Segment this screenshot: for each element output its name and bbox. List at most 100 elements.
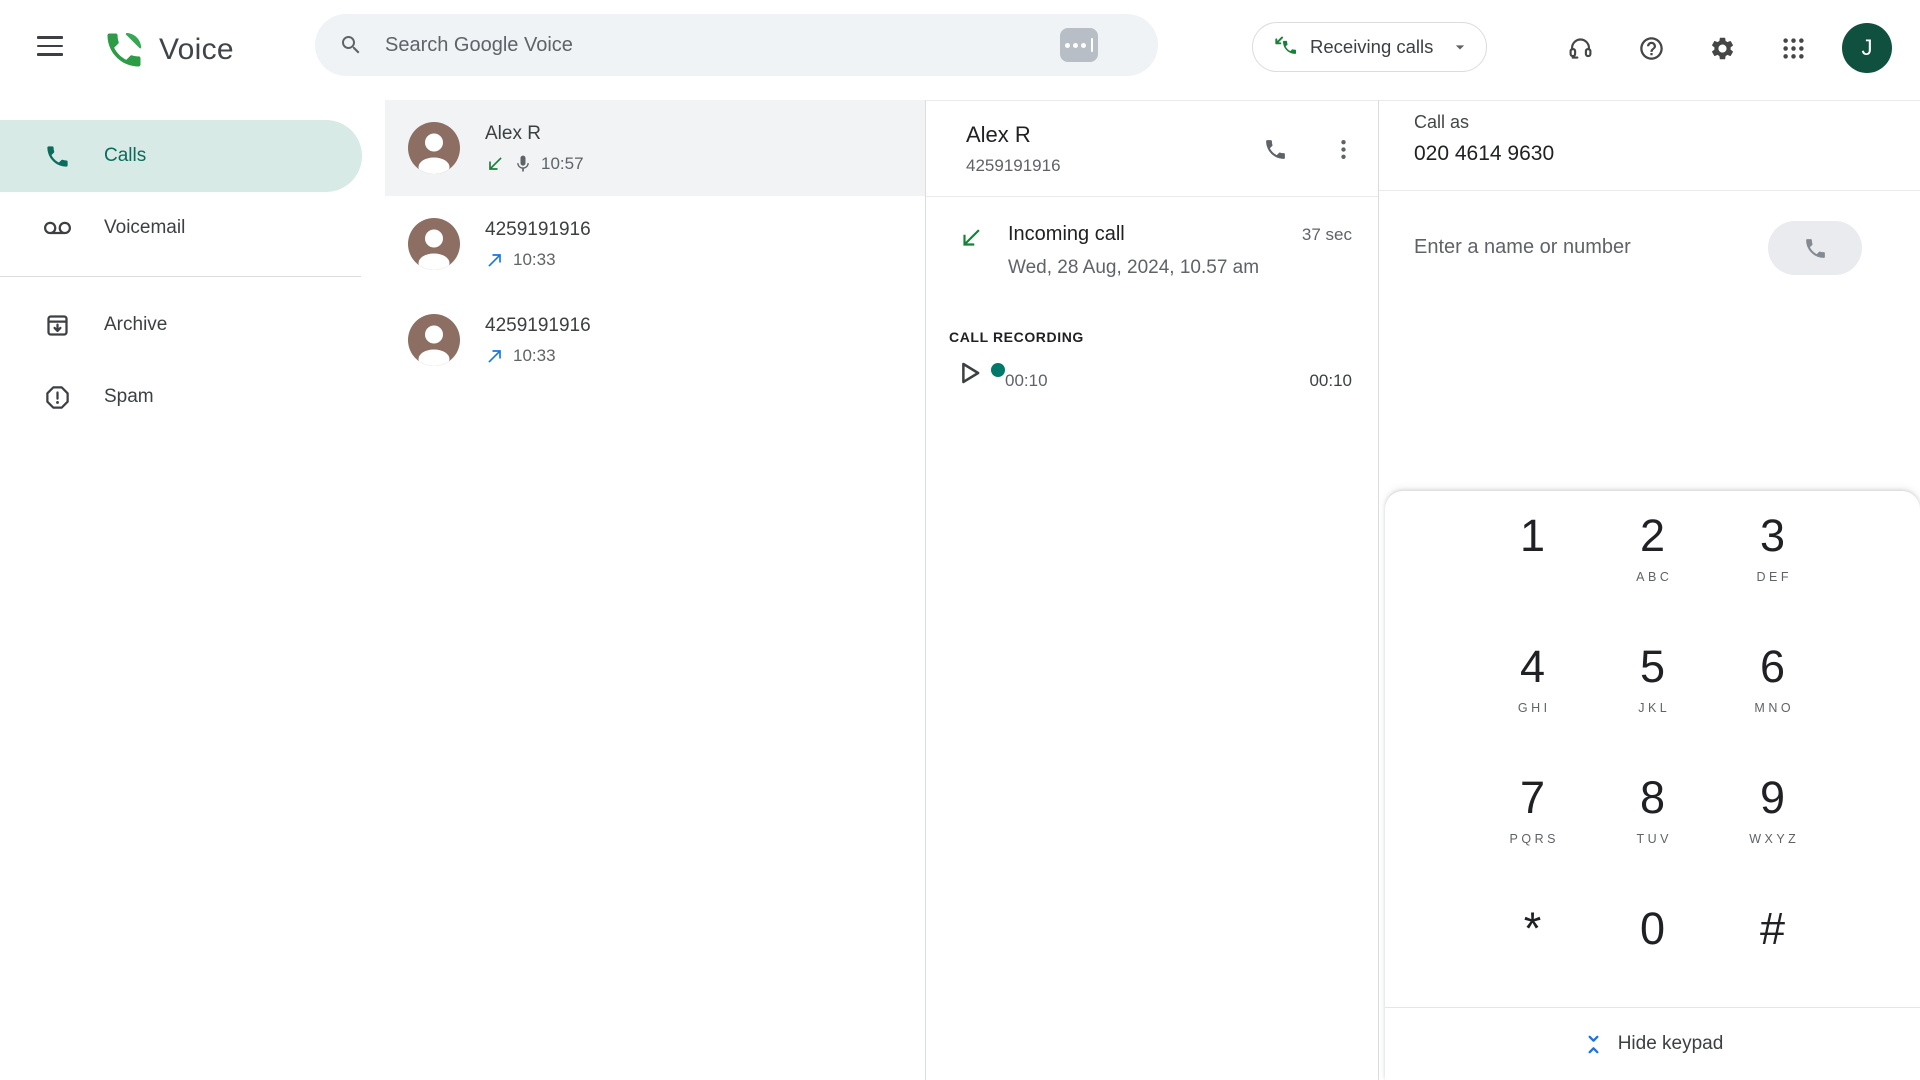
keypad-card: 1 2 ABC 3 DEF 4 GHI 5 JKL 6 MNO (1385, 491, 1920, 1080)
recording-player: 00:10 00:10 (949, 363, 1352, 393)
main-menu-button[interactable] (26, 22, 74, 70)
app-header: Voice Receiving calls (0, 0, 1920, 100)
call-list-item[interactable]: 4259191916 10:33 (385, 292, 925, 388)
voicemail-icon (44, 215, 71, 242)
more-options-button[interactable] (1319, 125, 1367, 173)
dialpad-key-9[interactable]: 9 WXYZ (1746, 769, 1800, 900)
call-as-number: 020 4614 9630 (1414, 142, 1920, 166)
progress-knob[interactable] (991, 363, 1005, 377)
dialpad-key-4[interactable]: 4 GHI (1514, 638, 1550, 769)
person-icon (408, 122, 460, 174)
elapsed-time: 00:10 (1005, 371, 1048, 391)
dialpad-key-8[interactable]: 8 TUV (1633, 769, 1672, 900)
dialpad-key-3[interactable]: 3 DEF (1753, 507, 1792, 638)
contact-avatar (408, 122, 460, 174)
call-history-list: Alex R 10:57 4259191916 (385, 100, 925, 1080)
incoming-call-status-icon (1271, 34, 1297, 60)
outgoing-call-icon (485, 250, 505, 270)
settings-button[interactable] (1698, 24, 1746, 72)
phone-icon (1263, 137, 1288, 162)
call-as-section: Call as 020 4614 9630 (1379, 101, 1920, 191)
call-list-item[interactable]: 4259191916 10:33 (385, 196, 925, 292)
header-icon-group: J (1556, 23, 1892, 73)
google-apps-button[interactable] (1769, 24, 1817, 72)
avatar-initial: J (1862, 35, 1873, 61)
account-avatar[interactable]: J (1842, 23, 1892, 73)
hamburger-icon (37, 36, 63, 56)
call-time: 10:33 (513, 346, 556, 366)
sidebar-item-spam[interactable]: Spam (0, 361, 362, 433)
spam-icon (44, 384, 71, 411)
sidebar-nav: Calls Voicemail Archive Spam (0, 100, 385, 1080)
dialpad-key-1[interactable]: 1 (1520, 507, 1545, 638)
status-label: Receiving calls (1310, 36, 1433, 58)
call-as-label: Call as (1414, 112, 1920, 133)
apps-grid-icon (1780, 35, 1807, 62)
gear-icon (1709, 35, 1736, 62)
hide-keypad-label: Hide keypad (1618, 1033, 1724, 1055)
chevron-down-icon (1450, 37, 1470, 57)
product-name: Voice (159, 33, 234, 67)
headset-icon (1567, 35, 1594, 62)
start-call-button[interactable] (1768, 221, 1862, 275)
person-icon (408, 218, 460, 270)
input-tools-keyboard-icon[interactable] (1060, 28, 1098, 62)
search-input[interactable] (385, 34, 1060, 57)
dialpad-key-6[interactable]: 6 MNO (1751, 638, 1794, 769)
caller-name: 4259191916 (485, 315, 591, 336)
help-button[interactable] (1627, 24, 1675, 72)
sidebar-item-archive[interactable]: Archive (0, 289, 362, 361)
conversation-header: Alex R 4259191916 (926, 101, 1378, 197)
total-time: 00:10 (1309, 371, 1352, 391)
archive-icon (44, 312, 71, 339)
event-datetime: Wed, 28 Aug, 2024, 10.57 am (1008, 257, 1352, 279)
sidebar-divider (0, 276, 361, 277)
search-bar[interactable] (315, 14, 1158, 76)
play-button[interactable] (949, 353, 989, 393)
dialpad-key-5[interactable]: 5 JKL (1635, 638, 1671, 769)
sidebar-item-calls[interactable]: Calls (0, 120, 362, 192)
voice-logo-icon (102, 28, 146, 72)
event-duration: 37 sec (1302, 225, 1352, 245)
caller-name: Alex R (485, 123, 541, 144)
collapse-keypad-icon (1582, 1033, 1605, 1056)
dial-number-input[interactable] (1414, 236, 1734, 259)
call-list-item[interactable]: Alex R 10:57 (385, 100, 925, 196)
caller-name: 4259191916 (485, 219, 591, 240)
phone-icon (44, 143, 71, 170)
recording-section-label: CALL RECORDING (949, 329, 1352, 345)
event-title: Incoming call (1008, 223, 1125, 246)
mic-recording-icon (513, 154, 533, 174)
conversation-detail-panel: Alex R 4259191916 Incoming call 37 sec (925, 100, 1378, 1080)
dialer-panel: Call as 020 4614 9630 1 2 ABC 3 DEF (1378, 100, 1920, 1080)
play-icon (954, 358, 984, 388)
call-time: 10:57 (541, 154, 584, 174)
hide-keypad-button[interactable]: Hide keypad (1385, 1007, 1920, 1080)
dialpad-key-2[interactable]: 2 ABC (1633, 507, 1673, 638)
call-time: 10:33 (513, 250, 556, 270)
dialpad-key-7[interactable]: 7 PQRS (1506, 769, 1559, 900)
kebab-menu-icon (1331, 137, 1356, 162)
headset-support-button[interactable] (1556, 24, 1604, 72)
phone-icon (1803, 236, 1828, 261)
call-contact-button[interactable] (1251, 125, 1299, 173)
receiving-calls-dropdown[interactable]: Receiving calls (1252, 22, 1487, 72)
sidebar-item-voicemail[interactable]: Voicemail (0, 192, 362, 264)
dial-input-row (1379, 191, 1920, 303)
sidebar-label-voicemail: Voicemail (104, 217, 185, 239)
google-voice-logo: Voice (102, 24, 234, 76)
dialpad: 1 2 ABC 3 DEF 4 GHI 5 JKL 6 MNO (1473, 507, 1833, 1031)
search-icon (339, 33, 363, 57)
outgoing-call-icon (485, 346, 505, 366)
contact-avatar (408, 314, 460, 366)
sidebar-label-spam: Spam (104, 386, 154, 408)
sidebar-label-calls: Calls (104, 145, 146, 167)
call-recording-section: CALL RECORDING 00:10 00:10 (949, 329, 1352, 393)
call-event-entry: Incoming call 37 sec Wed, 28 Aug, 2024, … (958, 223, 1352, 279)
person-icon (408, 314, 460, 366)
incoming-call-icon (485, 154, 505, 174)
incoming-call-icon (958, 225, 984, 251)
help-icon (1638, 35, 1665, 62)
sidebar-label-archive: Archive (104, 314, 167, 336)
contact-avatar (408, 218, 460, 270)
